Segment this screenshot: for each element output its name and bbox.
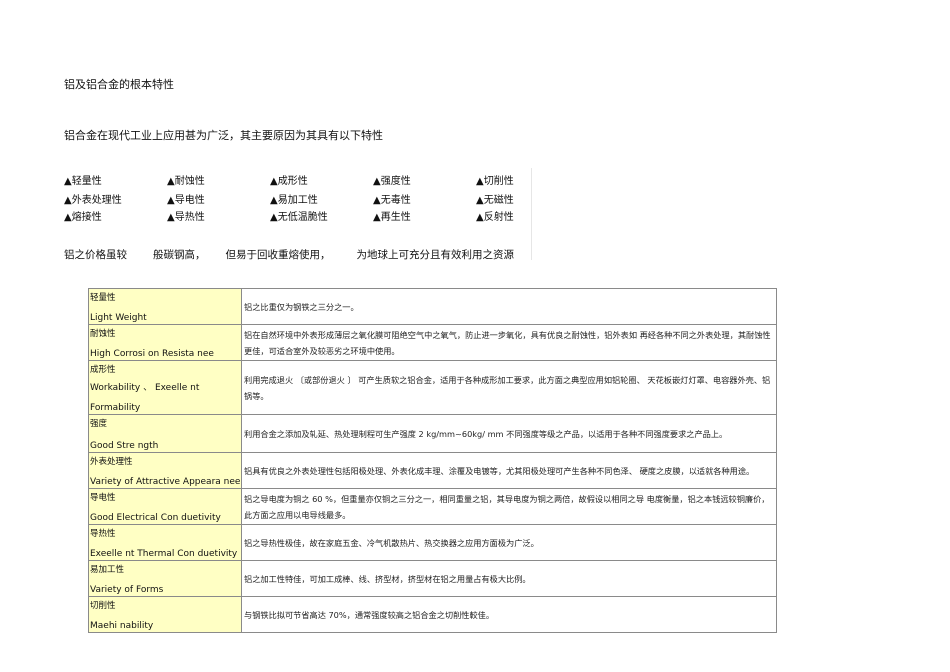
property-item: ▲轻量性 (64, 176, 102, 187)
property-en-line2: Formability (90, 403, 141, 413)
property-desc: 铝在自然环境中外表形成薄层之氧化膜可阻绝空气中之氧气，防止进一步氧化，具有优良之… (241, 324, 777, 361)
property-item: ▲耐蚀性 (167, 176, 205, 187)
property-desc: 与钢铁比拟可节省高达 70%，通常强度较高之铝合金之切削性較佳。 (241, 596, 777, 633)
property-zh: 导热性 (90, 529, 116, 539)
table-row: 强度 Good Stre ngth 利用合金之添加及轧延、热处理制程可生产强度 … (88, 414, 777, 453)
property-zh: 外表处理性 (90, 457, 133, 467)
property-en: Variety of Attractive Appeara nee (90, 477, 241, 487)
property-name-cell: 耐蚀性 High Corrosi on Resista nee (88, 324, 242, 361)
table-row: 外表处理性 Variety of Attractive Appeara nee … (88, 452, 777, 489)
property-desc: 利用合金之添加及轧延、热处理制程可生产强度 2 kg/mm~60kg/ mm 不… (241, 414, 777, 453)
property-en: Maehi nability (90, 621, 154, 631)
property-en: Workability 、 Exeelle nt (90, 383, 200, 393)
property-item: ▲再生性 (373, 212, 411, 223)
property-desc: 铝之导热性极佳，故在家庭五金、冷气机散热片、热交换器之应用方面极为广泛。 (241, 524, 777, 561)
property-en: Good Stre ngth (90, 441, 159, 451)
property-item: ▲切削性 (476, 176, 514, 187)
table-row: 耐蚀性 High Corrosi on Resista nee 铝在自然环境中外… (88, 324, 777, 361)
summary-part: 为地球上可充分且有效利用之资源 (356, 249, 515, 261)
property-zh: 强度 (90, 419, 108, 429)
property-item: ▲成形性 (270, 176, 308, 187)
property-zh: 成形性 (90, 365, 116, 375)
property-desc: 铝具有优良之外表处理性包括阳极处理、外表化成丰理、涂覆及电镀等，尤其阳极处理可产… (241, 452, 777, 489)
property-item: ▲无低温脆性 (270, 212, 328, 223)
property-en: Variety of Forms (90, 585, 164, 595)
property-item: ▲导电性 (167, 195, 205, 206)
property-item: ▲反射性 (476, 212, 514, 223)
table-row: 轻量性 Light Weight 铝之比重仅为钢铁之三分之一。 (88, 288, 777, 325)
property-name-cell: 外表处理性 Variety of Attractive Appeara nee (88, 452, 242, 489)
table-row: 导热性 Exeelle nt Thermal Con duetivity 铝之导… (88, 524, 777, 561)
property-zh: 切削性 (90, 601, 116, 611)
table-row: 易加工性 Variety of Forms 铝之加工性特佳，可加工成棒、线、挤型… (88, 560, 777, 597)
property-zh: 导电性 (90, 493, 116, 503)
property-zh: 易加工性 (90, 565, 125, 575)
property-desc: 利用完成退火 〔或部份退火 〕 可产生质软之铝合金，适用于各种成形加工要求，此方… (241, 360, 777, 415)
property-desc: 铝之加工性特佳，可加工成棒、线、挤型材，挤型材在铝之用量占有极大比例。 (241, 560, 777, 597)
property-name-cell: 轻量性 Light Weight (88, 288, 242, 325)
property-en: Good Electrical Con duetivity (90, 513, 221, 523)
property-item: ▲熔接性 (64, 212, 102, 223)
intro-text: 铝合金在现代工业上应用甚为广泛，其主要原因为其具有以下特性 (64, 129, 383, 142)
page-title: 铝及铝合金的根本特性 (64, 78, 174, 91)
property-item: ▲无磁性 (476, 195, 514, 206)
property-desc: 铝之导电度为铜之 60 %，但重量亦仅铜之三分之一，相同重量之铝，其导电度为铜之… (241, 488, 777, 525)
property-en: Exeelle nt Thermal Con duetivity (90, 549, 238, 559)
property-desc: 铝之比重仅为钢铁之三分之一。 (241, 288, 777, 325)
divider (531, 168, 532, 260)
property-en: High Corrosi on Resista nee (90, 349, 214, 359)
property-name-cell: 易加工性 Variety of Forms (88, 560, 242, 597)
property-name-cell: 成形性 Workability 、 Exeelle nt Formability (88, 360, 242, 415)
summary-part: 般碳钢高， (153, 249, 206, 261)
table-row: 成形性 Workability 、 Exeelle nt Formability… (88, 360, 777, 415)
summary-part: 但易于回收重熔使用， (225, 249, 331, 261)
table-row: 切削性 Maehi nability 与钢铁比拟可节省高达 70%，通常强度较高… (88, 596, 777, 633)
summary-text: 铝之价格虽较 般碳钢高， 但易于回收重熔使用， 为地球上可充分且有效利用之资源 (64, 247, 514, 262)
property-name-cell: 切削性 Maehi nability (88, 596, 242, 633)
property-item: ▲易加工性 (270, 195, 318, 206)
property-item: ▲强度性 (373, 176, 411, 187)
property-item: ▲导热性 (167, 212, 205, 223)
property-table: 轻量性 Light Weight 铝之比重仅为钢铁之三分之一。 耐蚀性 High… (88, 288, 777, 633)
property-item: ▲无毒性 (373, 195, 411, 206)
summary-part: 铝之价格虽较 (64, 249, 127, 261)
property-item: ▲外表处理性 (64, 195, 122, 206)
property-name-cell: 导热性 Exeelle nt Thermal Con duetivity (88, 524, 242, 561)
property-zh: 轻量性 (90, 293, 116, 303)
property-zh: 耐蚀性 (90, 329, 116, 339)
property-name-cell: 强度 Good Stre ngth (88, 414, 242, 453)
property-en: Light Weight (90, 313, 147, 323)
table-row: 导电性 Good Electrical Con duetivity 铝之导电度为… (88, 488, 777, 525)
property-name-cell: 导电性 Good Electrical Con duetivity (88, 488, 242, 525)
